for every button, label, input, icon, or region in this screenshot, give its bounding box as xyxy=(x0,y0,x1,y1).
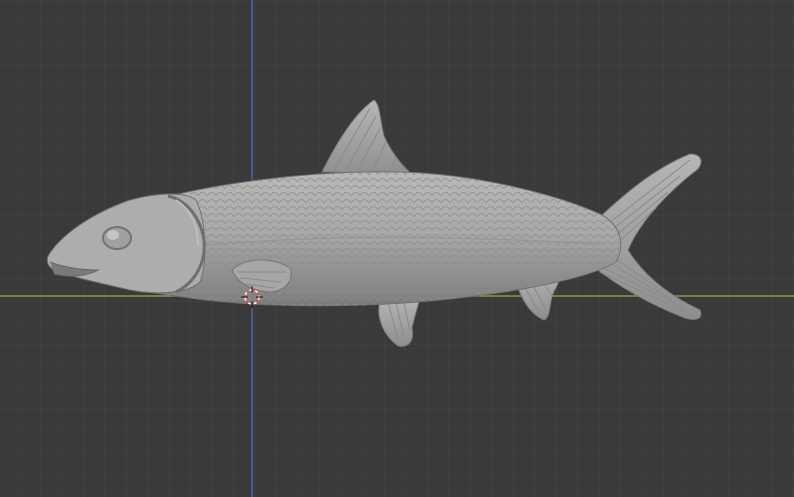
viewport-canvas[interactable] xyxy=(0,0,794,497)
eye-highlight xyxy=(107,230,119,240)
3d-viewport[interactable] xyxy=(0,0,794,497)
